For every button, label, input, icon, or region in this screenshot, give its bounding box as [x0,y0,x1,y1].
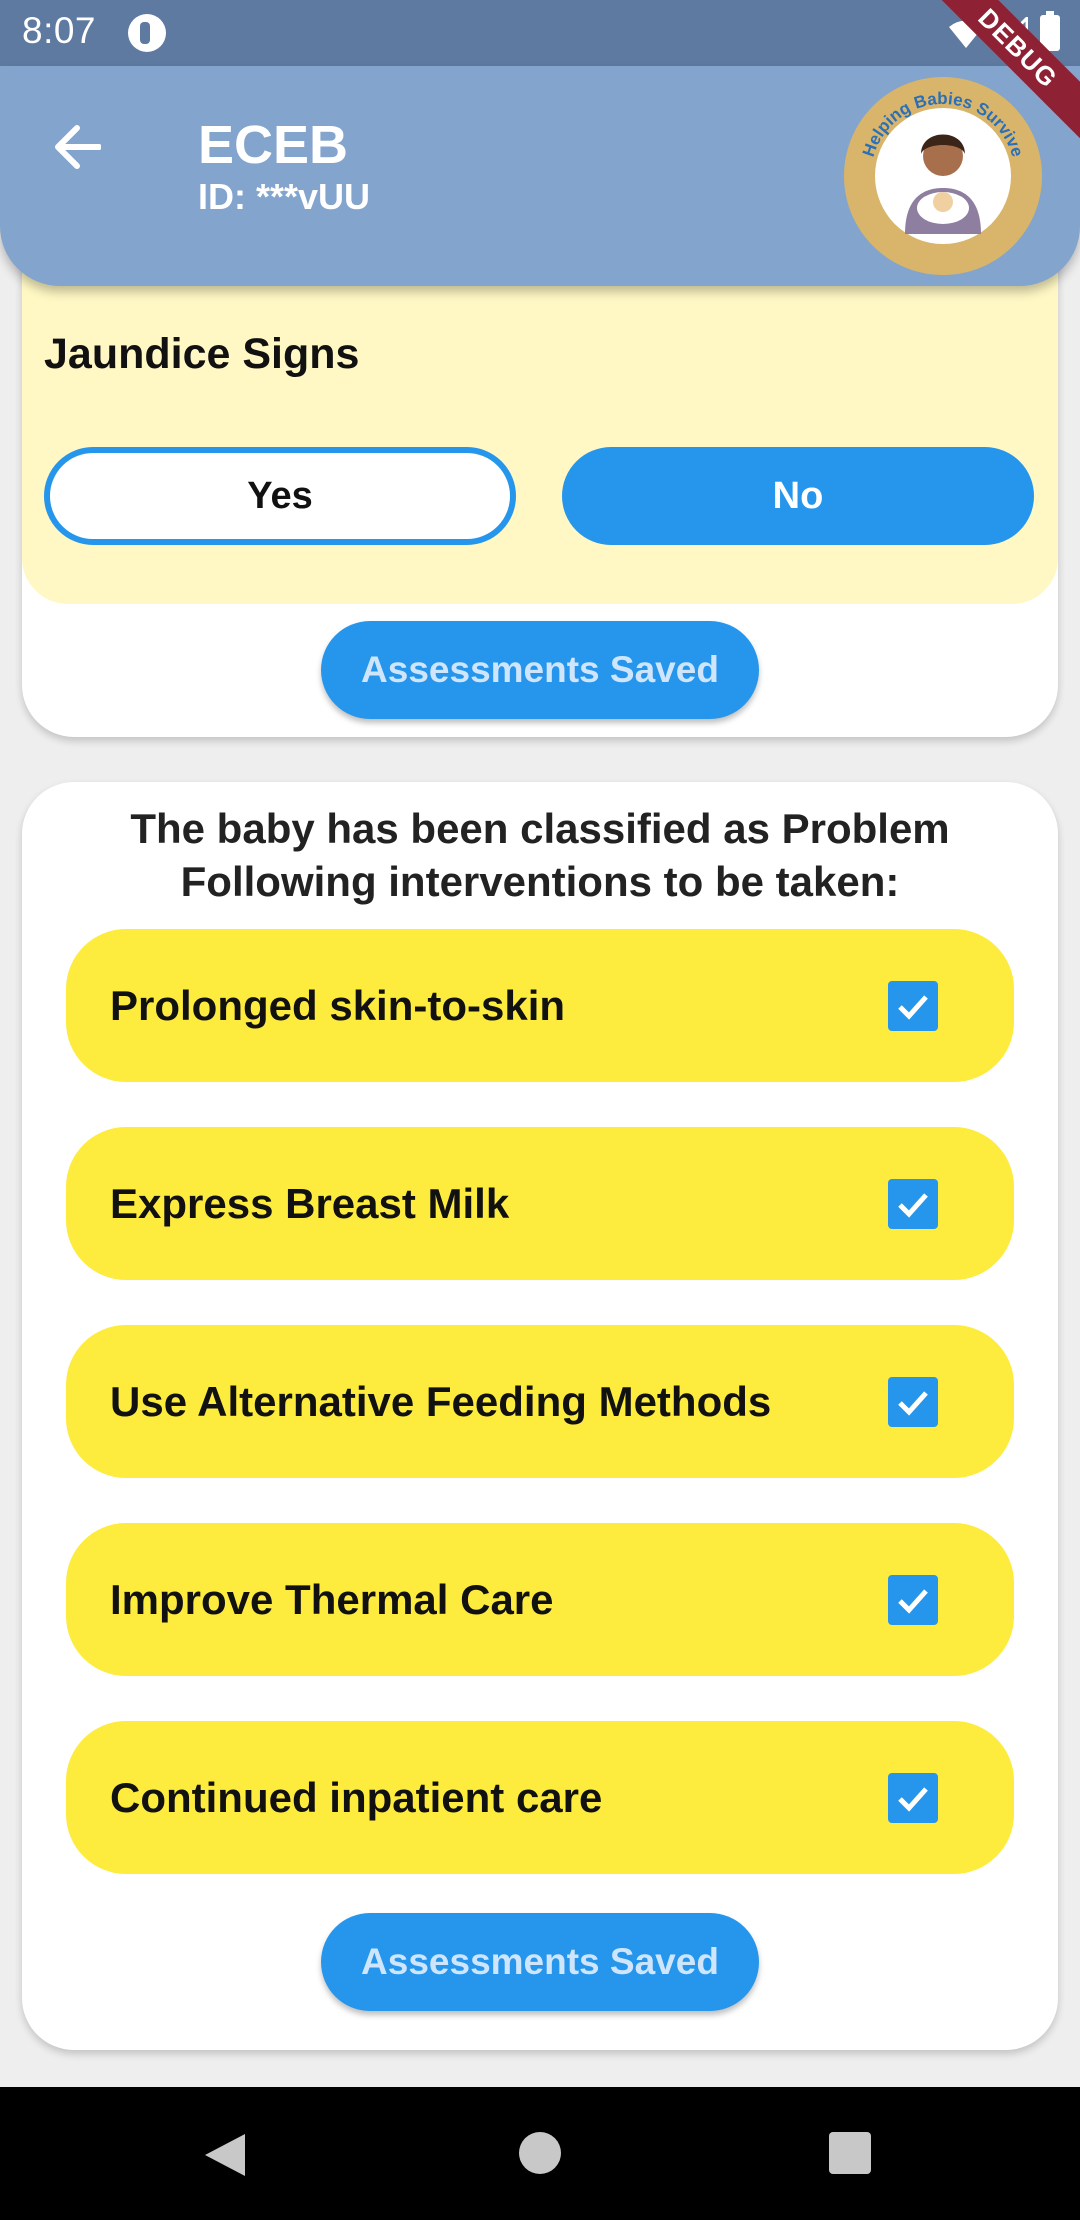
intervention-label: Express Breast Milk [110,1179,510,1227]
jaundice-no-button[interactable]: No [562,447,1034,545]
classification-card: The baby has been classified as Problem … [22,782,1058,2050]
patient-id: ID: ***vUU [198,176,371,217]
jaundice-signs-label: Jaundice Signs [44,330,360,378]
checkbox-checked-icon[interactable] [888,1773,938,1823]
back-button[interactable] [40,110,114,184]
system-nav-bar [0,2087,1080,2220]
checkbox-checked-icon[interactable] [888,1179,938,1229]
arrow-back-icon [55,125,101,169]
notification-app-icon [128,14,166,52]
helping-babies-survive-logo: Helping Babies Survive [844,77,1042,275]
page-title: ECEB [198,115,349,175]
intervention-item[interactable]: Prolonged skin-to-skin [66,929,1014,1082]
intervention-label: Prolonged skin-to-skin [110,981,566,1029]
intervention-item[interactable]: Improve Thermal Care [66,1523,1014,1676]
intervention-item[interactable]: Express Breast Milk [66,1127,1014,1280]
intervention-label: Improve Thermal Care [110,1575,554,1623]
assessments-saved-button[interactable]: Assessments Saved [321,1913,759,2011]
intervention-item[interactable]: Continued inpatient care [66,1721,1014,1874]
jaundice-yes-button[interactable]: Yes [44,447,516,545]
nav-back-icon[interactable] [203,2132,247,2178]
interventions-list: Prolonged skin-to-skin Express Breast Mi… [66,929,1014,1919]
checkbox-checked-icon[interactable] [888,1575,938,1625]
checkbox-checked-icon[interactable] [888,981,938,1031]
intervention-label: Use Alternative Feeding Methods [110,1377,772,1425]
app-bar: ECEB ID: ***vUU Helping Babies Survive [0,66,1080,286]
nav-recents-icon[interactable] [829,2132,871,2174]
checkbox-checked-icon[interactable] [888,1377,938,1427]
intervention-label: Continued inpatient care [110,1773,603,1821]
classification-line-1: The baby has been classified as Problem [130,805,950,852]
status-time: 8:07 [22,10,97,51]
intervention-item[interactable]: Use Alternative Feeding Methods [66,1325,1014,1478]
nav-home-icon[interactable] [519,2132,561,2174]
classification-line-2: Following interventions to be taken: [180,858,900,905]
assessments-saved-button[interactable]: Assessments Saved [321,621,759,719]
classification-text: The baby has been classified as Problem … [22,802,1058,908]
status-bar: 8:07 [0,0,1080,66]
